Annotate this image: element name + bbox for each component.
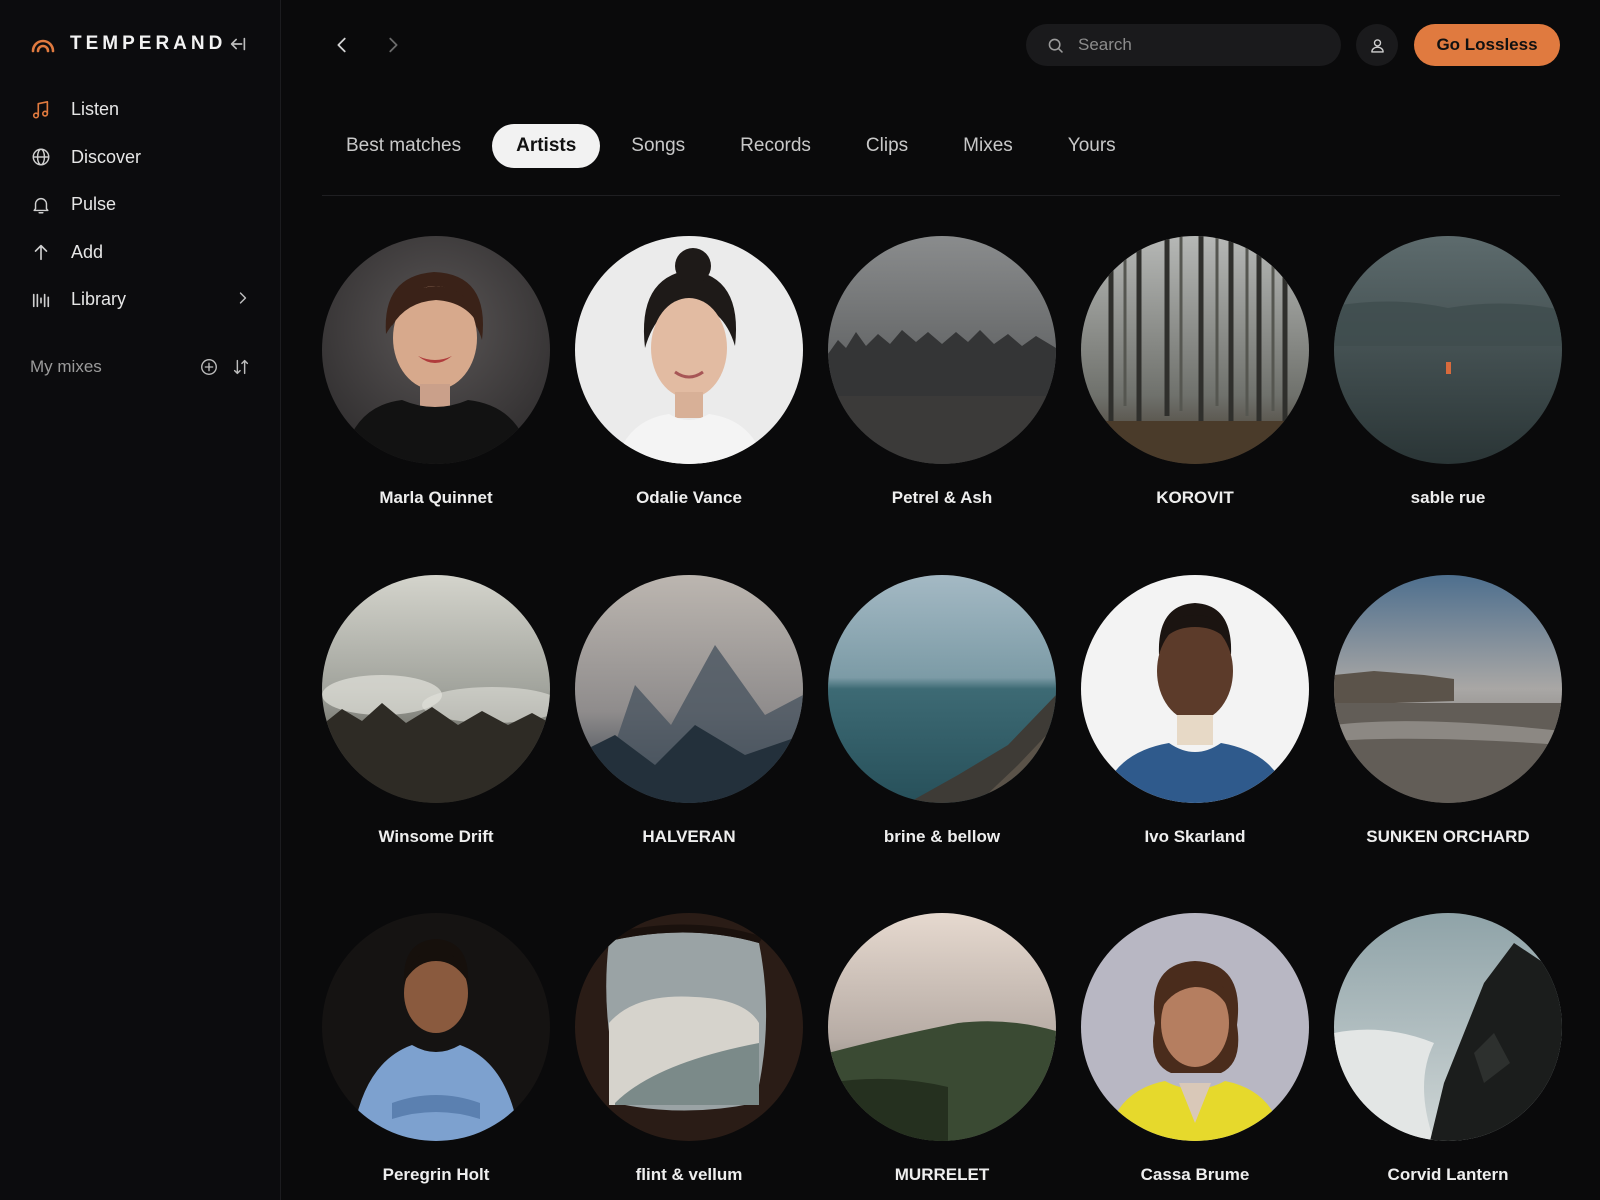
search-bar[interactable]	[1026, 24, 1341, 66]
nav-item-discover[interactable]: Discover	[0, 134, 280, 182]
my-mixes-title: My mixes	[30, 357, 102, 376]
sort-icon[interactable]	[230, 356, 252, 378]
artist-card[interactable]: SUNKEN ORCHARD	[1334, 575, 1562, 846]
artist-card[interactable]: HALVERAN	[575, 575, 803, 846]
globe-icon	[30, 146, 52, 168]
artist-name: Winsome Drift	[378, 827, 494, 846]
nav-item-library[interactable]: Library	[0, 276, 280, 324]
nav-item-label: Listen	[71, 99, 120, 120]
artist-photo	[322, 575, 550, 803]
back-arrow-icon[interactable]	[330, 33, 354, 57]
brand[interactable]: TEMPERAND	[30, 30, 226, 58]
user-icon[interactable]	[1356, 24, 1398, 66]
artist-photo	[1081, 236, 1309, 464]
library-icon	[30, 289, 52, 311]
artist-card[interactable]: Winsome Drift	[322, 575, 550, 846]
tab-best-matches[interactable]: Best matches	[322, 124, 485, 168]
search-icon	[1045, 35, 1065, 55]
artist-photo	[575, 575, 803, 803]
topbar: Go Lossless	[281, 0, 1600, 90]
nav-item-label: Discover	[71, 146, 142, 167]
artist-photo	[322, 236, 550, 464]
artist-card[interactable]: MURRELET	[828, 913, 1056, 1184]
artist-photo	[828, 236, 1056, 464]
app-window: TEMPERAND Listen Discover Pulse Add Libr…	[0, 0, 1600, 1200]
collapse-sidebar-icon[interactable]	[226, 32, 250, 56]
add-mix-icon[interactable]	[198, 356, 220, 378]
artist-name: MURRELET	[894, 1165, 990, 1184]
artist-card[interactable]: brine & bellow	[828, 575, 1056, 846]
artist-photo	[1081, 913, 1309, 1141]
forward-arrow-icon[interactable]	[381, 33, 405, 57]
artist-card[interactable]: Odalie Vance	[575, 236, 803, 507]
artist-name: brine & bellow	[883, 827, 1001, 846]
artist-name: Petrel & Ash	[891, 488, 993, 507]
brand-name: TEMPERAND	[70, 33, 227, 54]
artist-name: flint & vellum	[635, 1165, 743, 1184]
nav-item-pulse[interactable]: Pulse	[0, 181, 280, 229]
tab-records[interactable]: Records	[716, 124, 835, 168]
nav-item-label: Add	[71, 241, 104, 262]
artist-photo	[828, 913, 1056, 1141]
main-nav: Listen Discover Pulse Add Library	[0, 86, 280, 324]
artist-card[interactable]: flint & vellum	[575, 913, 803, 1184]
tab-mixes[interactable]: Mixes	[939, 124, 1037, 168]
artist-photo	[828, 575, 1056, 803]
tabs-divider	[322, 195, 1560, 196]
artist-name: Corvid Lantern	[1387, 1165, 1509, 1184]
my-mixes-actions	[198, 356, 252, 378]
chevron-right-icon[interactable]	[234, 289, 252, 312]
artist-photo	[1334, 575, 1562, 803]
artist-photo	[575, 913, 803, 1141]
search-input[interactable]	[1078, 35, 1318, 55]
artist-photo	[1081, 575, 1309, 803]
artist-name: Ivo Skarland	[1144, 827, 1246, 846]
artist-card[interactable]: sable rue	[1334, 236, 1562, 507]
nav-item-label: Pulse	[71, 194, 117, 215]
artist-name: Odalie Vance	[636, 488, 742, 507]
my-mixes-header: My mixes	[30, 354, 252, 380]
artist-name: sable rue	[1410, 488, 1486, 507]
artist-photo	[1334, 913, 1562, 1141]
nav-item-label: Library	[71, 289, 127, 310]
tab-songs[interactable]: Songs	[607, 124, 709, 168]
artist-photo	[322, 913, 550, 1141]
artist-card[interactable]: KOROVIT	[1081, 236, 1309, 507]
artist-card[interactable]: Corvid Lantern	[1334, 913, 1562, 1184]
brand-logo-icon	[30, 33, 56, 55]
artist-card[interactable]: Marla Quinnet	[322, 236, 550, 507]
artist-name: KOROVIT	[1156, 488, 1234, 507]
artist-name: Marla Quinnet	[379, 488, 493, 507]
artist-photo	[1334, 236, 1562, 464]
nav-item-listen[interactable]: Listen	[0, 86, 280, 134]
go-lossless-button[interactable]: Go Lossless	[1414, 24, 1560, 66]
artist-card[interactable]: Peregrin Holt	[322, 913, 550, 1184]
arrow-up-icon	[30, 241, 52, 263]
result-tabs: Best matches Artists Songs Records Clips…	[322, 124, 1147, 168]
artist-name: SUNKEN ORCHARD	[1366, 827, 1530, 846]
bell-icon	[30, 194, 52, 216]
tab-artists[interactable]: Artists	[492, 124, 601, 168]
artist-photo	[575, 236, 803, 464]
artist-card[interactable]: Petrel & Ash	[828, 236, 1056, 507]
artist-card[interactable]: Ivo Skarland	[1081, 575, 1309, 846]
nav-item-add[interactable]: Add	[0, 229, 280, 277]
artist-name: Cassa Brume	[1140, 1165, 1250, 1184]
artist-name: Peregrin Holt	[382, 1165, 490, 1184]
artist-name: HALVERAN	[642, 827, 736, 846]
history-nav	[330, 33, 405, 57]
artist-card[interactable]: Cassa Brume	[1081, 913, 1309, 1184]
sidebar: TEMPERAND Listen Discover Pulse Add Libr…	[0, 0, 281, 1200]
tab-yours[interactable]: Yours	[1044, 124, 1140, 168]
music-note-icon	[30, 99, 52, 121]
tab-clips[interactable]: Clips	[842, 124, 932, 168]
